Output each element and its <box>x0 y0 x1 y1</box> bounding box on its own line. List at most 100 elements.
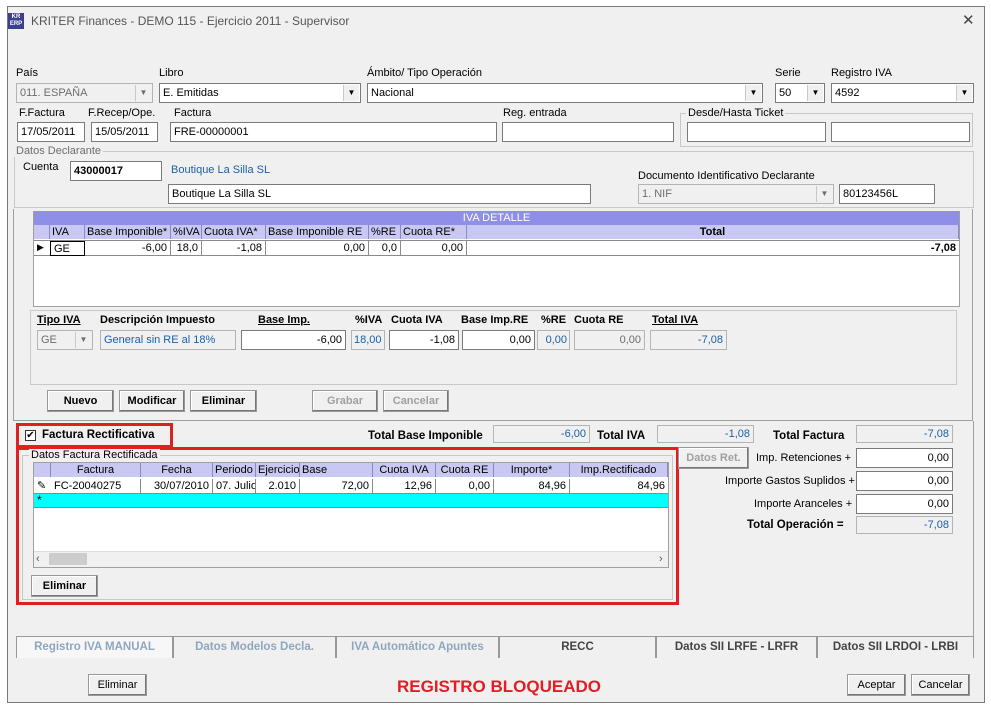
panel-border <box>973 421 974 636</box>
cell-base[interactable]: -6,00 <box>85 241 171 256</box>
base-label: Base Imp. <box>258 314 310 326</box>
eliminar-button[interactable]: Eliminar <box>190 390 257 412</box>
chevron-left-icon[interactable]: ‹ <box>36 553 40 565</box>
cancelar-registro-button[interactable]: Cancelar <box>911 674 970 696</box>
chevron-down-icon: ▼ <box>135 85 151 101</box>
operacion-label: Total Operación = <box>747 519 844 531</box>
tipo-select[interactable]: GE ▼ <box>37 330 93 350</box>
cell-periodo[interactable]: 07. Julio <box>213 479 256 494</box>
tab-iva-automatico[interactable]: IVA Automático Apuntes <box>336 636 499 658</box>
cuotare-label: Cuota RE <box>574 314 624 326</box>
hasta-ticket-input[interactable] <box>831 122 970 142</box>
total-iva-label: Total IVA <box>597 430 646 442</box>
chevron-right-icon[interactable]: › <box>659 553 663 565</box>
tab-registro-iva-manual[interactable]: Registro IVA MANUAL <box>16 636 173 658</box>
pencil-icon: ✎ <box>37 480 47 492</box>
col-base-re: Base Imponible RE <box>266 225 369 239</box>
cancelar-button[interactable]: Cancelar <box>383 390 449 412</box>
aranceles-label: Importe Aranceles + <box>754 498 853 510</box>
cell-fecha[interactable]: 30/07/2010 <box>141 479 213 494</box>
cell-cuota-iva[interactable]: 12,96 <box>373 479 436 494</box>
datos-ret-button[interactable]: Datos Ret. <box>678 447 749 469</box>
regentrada-input[interactable] <box>502 122 674 142</box>
ambito-select[interactable]: Nacional ▼ <box>367 83 763 103</box>
chevron-down-icon: ▼ <box>807 85 823 101</box>
modificar-button[interactable]: Modificar <box>119 390 185 412</box>
col-fecha: Fecha <box>141 463 213 477</box>
cell-total[interactable]: -7,08 <box>467 241 959 256</box>
chevron-down-icon: ▼ <box>75 332 91 348</box>
tab-recc[interactable]: RECC <box>499 636 656 658</box>
cell-cuota-re[interactable]: 0,00 <box>436 479 494 494</box>
iva-detalle-title: IVA DETALLE <box>34 211 959 225</box>
pais-select[interactable]: 011. ESPAÑA ▼ <box>16 83 153 103</box>
gastos-input[interactable]: 0,00 <box>856 471 953 491</box>
scrollbar-thumb[interactable] <box>49 553 87 565</box>
ffactura-input[interactable]: 17/05/2011 <box>17 122 85 142</box>
ret-input[interactable]: 0,00 <box>856 448 953 468</box>
col-ejercicio: Ejercicio <box>256 463 300 477</box>
chevron-down-icon: ▼ <box>343 85 359 101</box>
libro-select[interactable]: E. Emitidas ▼ <box>159 83 361 103</box>
cell-base-re[interactable]: 0,00 <box>266 241 369 256</box>
frecep-input[interactable]: 15/05/2011 <box>91 122 158 142</box>
cuenta-input[interactable]: 43000017 <box>70 161 162 181</box>
cell-cuota-re[interactable]: 0,00 <box>401 241 467 256</box>
tab-sii-lrfe[interactable]: Datos SII LRFE - LRFR <box>656 636 817 658</box>
cell-base[interactable]: 72,00 <box>300 479 373 494</box>
cuota-input[interactable]: -1,08 <box>389 330 459 350</box>
eliminar-registro-button[interactable]: Eliminar <box>88 674 147 696</box>
desde-hasta-label: Desde/Hasta Ticket <box>686 107 786 119</box>
base-input[interactable]: -6,00 <box>241 330 346 350</box>
cell-iva[interactable]: GE <box>50 241 85 256</box>
horizontal-scrollbar[interactable] <box>34 551 668 567</box>
grid-row-header <box>34 463 51 477</box>
serie-select[interactable]: 50 ▼ <box>775 83 825 103</box>
pais-label: País <box>16 67 39 79</box>
ffactura-label: F.Factura <box>19 107 65 119</box>
cell-piva[interactable]: 18,0 <box>171 241 202 256</box>
declarante-title: Datos Declarante <box>14 145 103 157</box>
cell-factura[interactable]: FC-20040275 <box>51 479 141 494</box>
basere-input[interactable]: 0,00 <box>462 330 535 350</box>
aceptar-button[interactable]: Aceptar <box>847 674 906 696</box>
tab-sii-lrdoi[interactable]: Datos SII LRDOI - LRBI <box>817 636 974 658</box>
totaliva-field: -7,08 <box>650 330 727 350</box>
cell-pre[interactable]: 0,0 <box>369 241 401 256</box>
col-imp-rectificado: Imp.Rectificado <box>570 463 668 477</box>
chevron-down-icon: ▼ <box>956 85 972 101</box>
registro-bloqueado-label: REGISTRO BLOQUEADO <box>397 677 602 696</box>
nuevo-button[interactable]: Nuevo <box>47 390 114 412</box>
registro-label: Registro IVA <box>831 67 892 79</box>
new-row-asterisk-icon: * <box>37 493 42 507</box>
eliminar-rectificada-button[interactable]: Eliminar <box>31 575 98 597</box>
registro-select[interactable]: 4592 ▼ <box>831 83 974 103</box>
col-periodo: Periodo <box>213 463 256 477</box>
aranceles-input[interactable]: 0,00 <box>856 494 953 514</box>
close-icon[interactable]: ✕ <box>962 11 975 29</box>
desde-ticket-input[interactable] <box>687 122 826 142</box>
tab-datos-modelos[interactable]: Datos Modelos Decla. <box>173 636 336 658</box>
cuenta-label: Cuenta <box>23 161 59 173</box>
nombre-input[interactable]: Boutique La Silla SL <box>168 184 591 204</box>
new-row[interactable] <box>34 494 668 508</box>
chevron-down-icon: ▼ <box>745 85 761 101</box>
col-factura: Factura <box>51 463 141 477</box>
cell-cuota[interactable]: -1,08 <box>202 241 266 256</box>
cell-importe[interactable]: 84,96 <box>494 479 570 494</box>
cuenta-nombre: Boutique La Silla SL <box>168 161 623 181</box>
cuota-label: Cuota IVA <box>391 314 443 326</box>
col-cuota-iva: Cuota IVA* <box>202 225 266 239</box>
cell-ejercicio[interactable]: 2.010 <box>256 479 300 494</box>
cell-imp-rectificado[interactable]: 84,96 <box>570 479 668 494</box>
factura-input[interactable]: FRE-00000001 <box>170 122 497 142</box>
doc-label: Documento Identificativo Declarante <box>638 170 815 182</box>
doc-value-input[interactable]: 80123456L <box>839 184 935 204</box>
regentrada-label: Reg. entrada <box>503 107 567 119</box>
rectificativa-checkbox[interactable]: ✔ <box>25 430 36 441</box>
frecep-label: F.Recep/Ope. <box>88 107 156 119</box>
grabar-button[interactable]: Grabar <box>312 390 378 412</box>
doc-type-select[interactable]: 1. NIF ▼ <box>638 184 834 204</box>
basere-label: Base Imp.RE <box>461 314 529 326</box>
col-piva: %IVA <box>171 225 202 239</box>
